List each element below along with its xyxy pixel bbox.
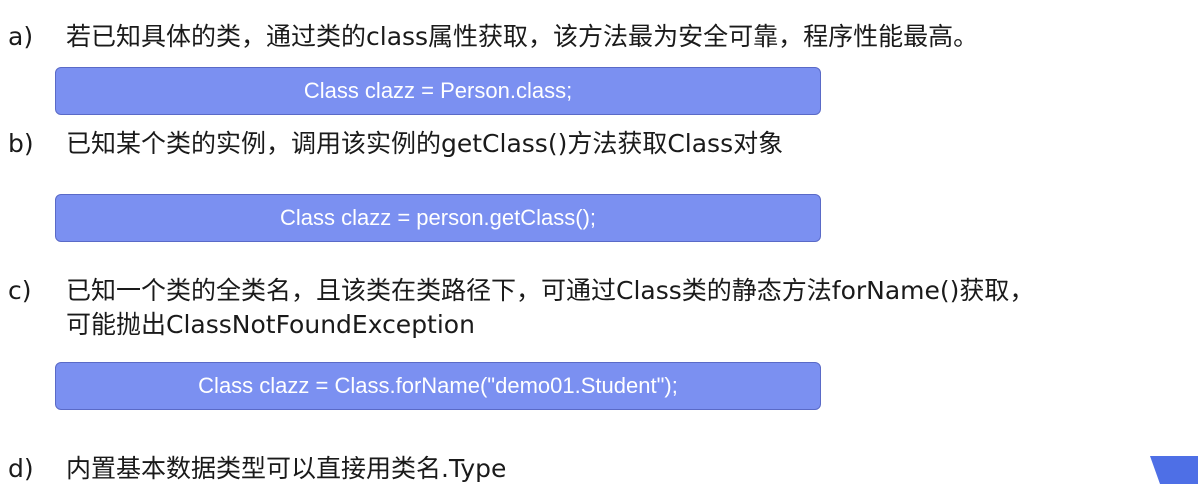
item-text: 若已知具体的类，通过类的class属性获取，该方法最为安全可靠，程序性能最高。 (66, 22, 979, 51)
corner-decoration-shape (1150, 456, 1198, 484)
list-marker: b) (8, 129, 34, 158)
item-text: 内置基本数据类型可以直接用类名.Type (66, 454, 507, 483)
code-box: Class clazz = Class.forName("demo01.Stud… (55, 362, 821, 410)
code-box: Class clazz = person.getClass(); (55, 194, 821, 242)
list-item-d: d) 内置基本数据类型可以直接用类名.Type (8, 452, 1192, 486)
list-item-b: b) 已知某个类的实例，调用该实例的getClass()方法获取Class对象 (8, 127, 1192, 161)
list-item-a: a) 若已知具体的类，通过类的class属性获取，该方法最为安全可靠，程序性能最高… (8, 20, 1192, 54)
item-text-continued: 可能抛出ClassNotFoundException (66, 310, 475, 339)
item-text: 已知某个类的实例，调用该实例的getClass()方法获取Class对象 (66, 129, 784, 158)
list-marker: d) (8, 454, 34, 483)
list-marker: c) (8, 276, 32, 305)
list-item-c: c) 已知一个类的全类名，且该类在类路径下，可通过Class类的静态方法forNa… (8, 274, 1192, 342)
item-text: 已知一个类的全类名，且该类在类路径下，可通过Class类的静态方法forName… (66, 276, 1035, 305)
list-marker: a) (8, 22, 34, 51)
code-box: Class clazz = Person.class; (55, 67, 821, 115)
